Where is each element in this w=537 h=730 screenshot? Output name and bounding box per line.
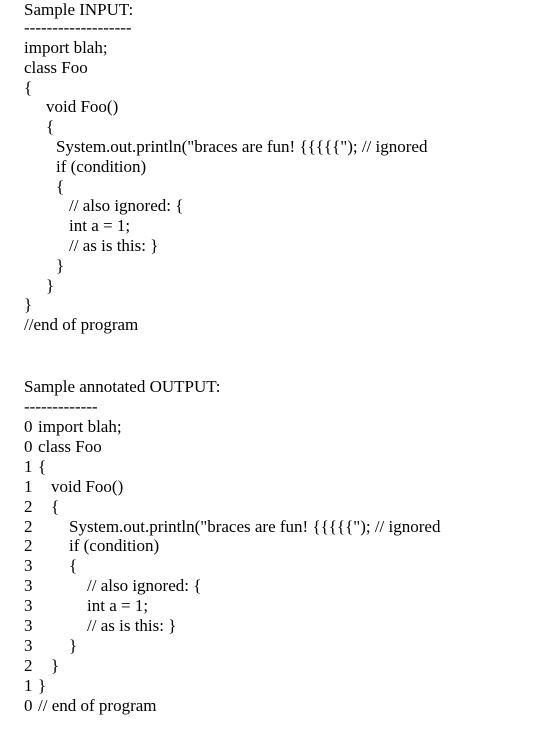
brace-depth-number: 1 [24, 675, 33, 695]
brace-depth-number: 2 [24, 516, 33, 536]
input-code-line: import blah; [24, 38, 108, 57]
brace-depth-number: 3 [24, 556, 33, 576]
brace-depth-number: 3 [24, 576, 33, 596]
code-text: int a = 1; [87, 596, 149, 616]
input-code-line: if (condition) [56, 156, 147, 176]
brace-depth-number: 0 [24, 417, 33, 436]
output-code-line: 1 void Foo() [24, 476, 123, 497]
output-code-line: 2 System.out.println("braces are fun! {{{… [24, 516, 440, 537]
output-code-line: 0// end of program [24, 695, 157, 716]
output-code-line: 2 if (condition) [24, 536, 159, 556]
input-code-line: class Foo [24, 57, 88, 77]
output-code-line: 0 import blah; [24, 417, 122, 437]
brace-depth-number: 1 [24, 456, 33, 476]
brace-depth-number: 2 [24, 536, 33, 556]
input-code-line: System.out.println("braces are fun! {{{{… [56, 137, 428, 156]
code-text: class Foo [38, 436, 102, 456]
code-text: { [51, 496, 60, 516]
code-text: void Foo() [51, 476, 124, 496]
input-code-line: // also ignored: { [69, 196, 184, 216]
output-code-line: 3 int a = 1; [24, 596, 148, 616]
input-code-line: { [46, 117, 55, 137]
output-code-line: 3 // as is this: } [24, 616, 176, 636]
input-code-line: void Foo() [46, 97, 119, 117]
output-code-line: 2{ [24, 496, 59, 517]
code-text: // as is this: } [87, 616, 177, 635]
output-code-line: 2} [24, 655, 59, 676]
code-text: { [38, 456, 47, 476]
input-separator: ------------------- [24, 18, 132, 37]
input-code-line: } [24, 295, 33, 315]
output-code-line: 0 class Foo [24, 436, 102, 457]
input-code-line: int a = 1; [69, 216, 131, 236]
output-code-line: 3 // also ignored: { [24, 576, 201, 596]
input-code-line: //end of program [24, 315, 139, 335]
brace-depth-number: 2 [24, 655, 33, 675]
brace-depth-number: 3 [24, 596, 33, 616]
code-text: import blah; [38, 417, 122, 436]
code-text: } [69, 635, 78, 655]
input-code-line: { [56, 176, 65, 196]
input-code-line: // as is this: } [69, 236, 159, 255]
output-heading: Sample annotated OUTPUT: [24, 377, 221, 396]
code-text: if (condition) [69, 536, 160, 556]
code-text: } [38, 675, 47, 695]
brace-depth-number: 1 [24, 476, 33, 496]
brace-depth-number: 3 [24, 635, 33, 655]
output-code-line: 1} [24, 675, 46, 696]
brace-depth-number: 3 [24, 616, 33, 635]
brace-depth-number: 2 [24, 496, 33, 516]
code-text: } [51, 655, 60, 675]
code-text: System.out.println("braces are fun! {{{{… [69, 516, 441, 536]
brace-depth-number: 0 [24, 695, 33, 715]
brace-depth-number: 0 [24, 436, 33, 456]
output-code-line: 3} [24, 635, 77, 656]
input-code-line: { [24, 77, 33, 97]
input-heading: Sample INPUT: [24, 0, 134, 19]
input-code-line: } [56, 255, 65, 275]
code-text: { [69, 556, 78, 576]
code-text: // also ignored: { [87, 576, 202, 596]
code-text: // end of program [38, 695, 157, 715]
output-separator: ------------- [24, 397, 98, 416]
input-code-line: } [46, 275, 55, 295]
output-code-line: 3{ [24, 556, 77, 576]
output-code-line: 1{ [24, 456, 46, 477]
